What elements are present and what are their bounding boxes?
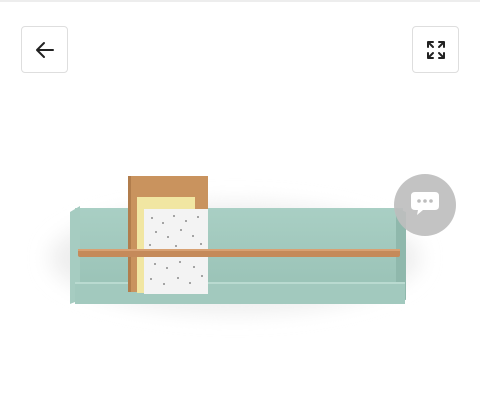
arrow-left-icon bbox=[33, 38, 57, 62]
shelf-bottom-board bbox=[75, 282, 405, 304]
back-button[interactable] bbox=[21, 26, 68, 73]
product-image-viewer bbox=[0, 0, 480, 409]
top-divider bbox=[0, 0, 480, 2]
wooden-rail-highlight bbox=[78, 249, 400, 251]
chat-bubble-icon bbox=[409, 189, 441, 222]
expand-arrows-icon bbox=[424, 38, 448, 62]
product-photo bbox=[50, 176, 420, 313]
shelf-edge-highlight bbox=[75, 282, 405, 284]
chat-button[interactable] bbox=[394, 174, 456, 236]
notebook-kraft-spine bbox=[128, 176, 131, 292]
fullscreen-button[interactable] bbox=[412, 26, 459, 73]
